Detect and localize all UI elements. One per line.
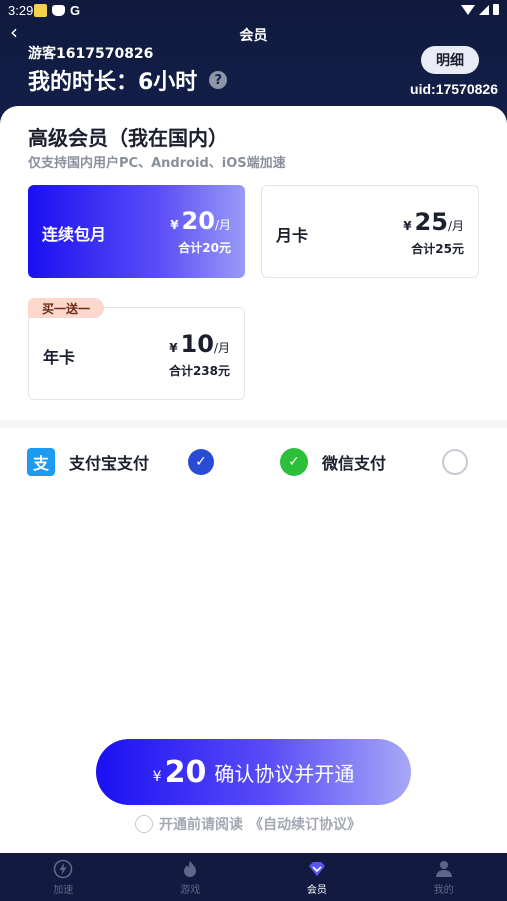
plan-card-yearly[interactable]: 买一送一 年卡 ¥ 10 /月 合计238元 [28, 298, 245, 400]
cat-notification-icon [52, 5, 65, 16]
bottom-tab-bar: 加速 游戏 会员 我的 [0, 853, 507, 901]
plan-name: 年卡 [43, 348, 76, 367]
tab-label: 我的 [433, 884, 454, 896]
tab-accelerate[interactable]: 加速 [0, 853, 127, 901]
price-period: /月 [214, 218, 231, 232]
wechat-pay-option[interactable]: ✓ 微信支付 [280, 446, 386, 478]
currency-symbol: ¥ [170, 218, 179, 232]
price-value: 10 [180, 330, 214, 358]
diamond-icon [307, 859, 327, 879]
section-divider [0, 420, 507, 428]
flame-icon [180, 859, 200, 879]
help-icon[interactable]: ? [209, 71, 228, 89]
wechat-icon: ✓ [280, 448, 308, 476]
plan-section-title: 高级会员（我在国内） [28, 126, 228, 150]
system-icons [461, 4, 499, 15]
plan-total: 合计238元 [168, 364, 230, 378]
status-time: 3:29 [8, 3, 34, 18]
plan-price: ¥ 20 /月 [170, 207, 231, 235]
plan-price: ¥ 25 /月 [403, 208, 464, 236]
tab-games[interactable]: 游戏 [127, 853, 254, 901]
agreement-prefix: 开通前请阅读 [159, 817, 243, 833]
price-value: 25 [414, 208, 448, 236]
cta-amount: 20 [164, 754, 207, 790]
uid-label: uid:17570826 [410, 81, 498, 97]
notification-icons: G [34, 3, 80, 18]
price-period: /月 [447, 219, 464, 233]
signal-icon [479, 4, 489, 15]
membership-sheet: 高级会员（我在国内） 仅支持国内用户PC、Android、iOS端加速 连续包月… [0, 106, 507, 853]
detail-button[interactable]: 明细 [421, 46, 479, 74]
lightning-icon [53, 859, 73, 879]
cta-label: 确认协议并开通 [214, 761, 355, 786]
agreement-link[interactable]: 《自动续订协议》 [249, 814, 361, 834]
plan-card-monthly[interactable]: 月卡 ¥ 25 /月 合计25元 [261, 185, 479, 278]
alipay-label: 支付宝支付 [69, 454, 150, 473]
app-notification-icon [34, 4, 47, 17]
alipay-icon: 支 [27, 448, 55, 476]
plan-price: ¥ 10 /月 [169, 330, 230, 358]
username: 游客1617570826 [28, 46, 154, 62]
alipay-radio-checked[interactable]: ✓ [188, 449, 214, 475]
currency-symbol: ¥ [169, 341, 178, 355]
tab-mine[interactable]: 我的 [380, 853, 507, 901]
tab-membership[interactable]: 会员 [254, 853, 381, 901]
battery-icon [493, 4, 499, 15]
page-title: 会员 [239, 28, 268, 44]
confirm-subscribe-button[interactable]: ¥ 20 确认协议并开通 [96, 739, 411, 805]
tab-label: 会员 [306, 884, 327, 896]
promo-badge: 买一送一 [28, 298, 105, 318]
status-bar: 3:29 G [0, 0, 507, 22]
alipay-option[interactable]: 支 支付宝支付 [27, 446, 149, 478]
tab-label: 游戏 [180, 884, 201, 896]
person-icon [434, 859, 454, 879]
plan-total: 合计25元 [411, 242, 464, 256]
tab-label: 加速 [53, 884, 74, 896]
price-value: 20 [181, 207, 215, 235]
plan-total: 合计20元 [178, 241, 231, 255]
plan-section-subtitle: 仅支持国内用户PC、Android、iOS端加速 [28, 156, 286, 171]
agreement-checkbox[interactable] [135, 815, 153, 833]
agreement-row: 开通前请阅读 《自动续订协议》 [135, 814, 361, 834]
price-period: /月 [213, 341, 230, 355]
wifi-icon [461, 4, 475, 15]
cta-currency: ¥ [152, 769, 162, 785]
plan-name: 月卡 [276, 226, 309, 245]
wechat-pay-radio[interactable] [442, 449, 468, 475]
wechat-pay-label: 微信支付 [322, 454, 387, 473]
duration-label: 我的时长：6小时 [28, 70, 198, 95]
currency-symbol: ¥ [403, 219, 412, 233]
google-icon: G [70, 3, 81, 18]
plan-name: 连续包月 [42, 225, 107, 244]
plan-card-monthly-auto[interactable]: 连续包月 ¥ 20 /月 合计20元 [28, 185, 245, 278]
duration: 我的时长：6小时 ? [28, 64, 228, 96]
